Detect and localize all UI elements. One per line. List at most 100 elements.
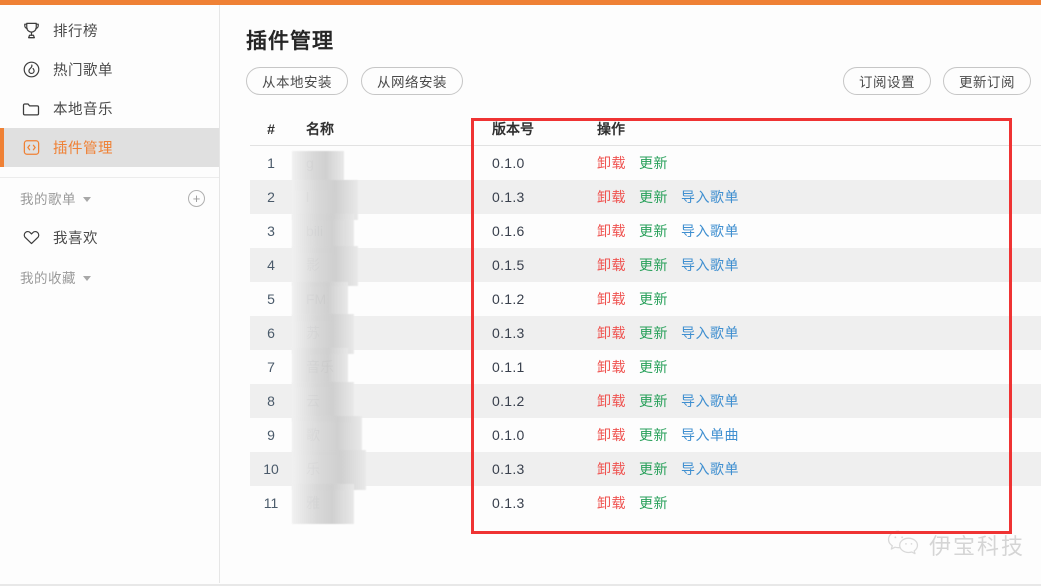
table-row[interactable]: 11 雅 0.1.3 卸载 更新 [250, 484, 1041, 524]
sidebar-nav-group: 排行榜 热门歌单 本地音乐 插件管理 [0, 5, 219, 167]
uninstall-link[interactable]: 卸载 [597, 289, 626, 309]
column-header-index: # [267, 121, 275, 137]
import-playlist-link[interactable]: 导入歌单 [681, 459, 739, 479]
cell-plugin-name: 影 [292, 246, 492, 286]
sidebar-item-favorites[interactable]: 我喜欢 [0, 218, 219, 257]
cell-index: 10 [263, 461, 279, 477]
cell-actions: 卸载 更新 导入单曲 [597, 425, 1041, 445]
plugin-name-text: 苏 [306, 325, 320, 341]
table-row[interactable]: 6 苏 0.1.3 卸载 更新 导入歌单 [250, 314, 1041, 354]
redaction-mosaic [292, 484, 354, 524]
table-row[interactable]: 4 影 0.1.5 卸载 更新 导入歌单 [250, 246, 1041, 286]
update-link[interactable]: 更新 [639, 425, 668, 445]
import-playlist-link[interactable]: 导入歌单 [681, 221, 739, 241]
import-playlist-link[interactable]: 导入歌单 [681, 323, 739, 343]
trophy-icon [20, 20, 42, 42]
cell-plugin-name: 云 [292, 382, 492, 422]
update-subscription-button[interactable]: 更新订阅 [943, 67, 1031, 95]
install-from-local-button[interactable]: 从本地安装 [246, 67, 348, 95]
update-link[interactable]: 更新 [639, 289, 668, 309]
sidebar-item-hot-playlists[interactable]: 热门歌单 [0, 50, 219, 89]
install-actions: 从本地安装 从网络安装 [246, 67, 463, 95]
column-header-actions: 操作 [597, 121, 625, 137]
import-playlist-link[interactable]: 导入歌单 [681, 255, 739, 275]
cell-actions: 卸载 更新 导入歌单 [597, 255, 1041, 275]
table-row[interactable]: 9 歌 0.1.0 卸载 更新 导入单曲 [250, 416, 1041, 456]
column-header-version: 版本号 [492, 121, 534, 137]
cell-index: 4 [267, 257, 275, 273]
column-header-name: 名称 [306, 121, 334, 137]
cell-version: 0.1.2 [492, 291, 525, 307]
cell-version: 0.1.3 [492, 461, 525, 477]
uninstall-link[interactable]: 卸载 [597, 153, 626, 173]
update-link[interactable]: 更新 [639, 221, 668, 241]
cell-index: 7 [267, 359, 275, 375]
update-link[interactable]: 更新 [639, 459, 668, 479]
cell-version: 0.1.6 [492, 223, 525, 239]
sidebar-item-label: 本地音乐 [53, 102, 113, 118]
update-link[interactable]: 更新 [639, 187, 668, 207]
uninstall-link[interactable]: 卸载 [597, 187, 626, 207]
uninstall-link[interactable]: 卸载 [597, 493, 626, 513]
cell-index: 9 [267, 427, 275, 443]
plugin-name-text: 乐 [306, 461, 320, 477]
code-brackets-icon [20, 137, 42, 159]
plus-circle-icon[interactable]: + [188, 189, 205, 207]
cell-version: 0.1.0 [492, 155, 525, 171]
uninstall-link[interactable]: 卸载 [597, 255, 626, 275]
cell-plugin-name: 雅 [292, 484, 492, 524]
sidebar-section-my-playlists[interactable]: 我的歌单 + [0, 178, 219, 218]
update-link[interactable]: 更新 [639, 323, 668, 343]
uninstall-link[interactable]: 卸载 [597, 323, 626, 343]
update-link[interactable]: 更新 [639, 153, 668, 173]
plugin-name-text: 歌 [306, 427, 320, 443]
import-playlist-link[interactable]: 导入歌单 [681, 391, 739, 411]
table-row[interactable]: 1 g 0.1.0 卸载 更新 [250, 146, 1041, 191]
sidebar-item-local-music[interactable]: 本地音乐 [0, 89, 219, 128]
table-row[interactable]: 5 FM 0.1.2 卸载 更新 [250, 282, 1041, 322]
wechat-icon [886, 528, 920, 561]
cell-actions: 卸载 更新 导入歌单 [597, 221, 1041, 241]
uninstall-link[interactable]: 卸载 [597, 357, 626, 377]
cell-actions: 卸载 更新 [597, 357, 1041, 377]
chevron-down-icon [83, 275, 91, 281]
table-row[interactable]: 3 bili 0.1.6 卸载 更新 导入歌单 [250, 214, 1041, 254]
sidebar-section-my-collection[interactable]: 我的收藏 [0, 257, 219, 297]
plugin-name-text: g [306, 155, 314, 171]
uninstall-link[interactable]: 卸载 [597, 459, 626, 479]
import-song-link[interactable]: 导入单曲 [681, 425, 739, 445]
sidebar-item-label: 热门歌单 [53, 63, 113, 79]
install-from-network-button[interactable]: 从网络安装 [361, 67, 463, 95]
cell-actions: 卸载 更新 [597, 289, 1041, 309]
uninstall-link[interactable]: 卸载 [597, 221, 626, 241]
cell-version: 0.1.2 [492, 393, 525, 409]
cell-index: 1 [267, 155, 275, 171]
sidebar-section-label: 我的收藏 [20, 271, 76, 286]
cell-version: 0.1.5 [492, 257, 525, 273]
table-row[interactable]: 10 乐 0.1.3 卸载 更新 导入歌单 [250, 450, 1041, 490]
update-link[interactable]: 更新 [639, 357, 668, 377]
table-row[interactable]: 7 音乐 0.1.1 卸载 更新 [250, 348, 1041, 388]
uninstall-link[interactable]: 卸载 [597, 391, 626, 411]
table-row[interactable]: 8 云 0.1.2 卸载 更新 导入歌单 [250, 382, 1041, 422]
uninstall-link[interactable]: 卸载 [597, 425, 626, 445]
plugin-name-text: 雅 [306, 495, 320, 511]
cell-actions: 卸载 更新 导入歌单 [597, 391, 1041, 411]
import-playlist-link[interactable]: 导入歌单 [681, 187, 739, 207]
update-link[interactable]: 更新 [639, 391, 668, 411]
table-body: 1 g 0.1.0 卸载 更新 2 l 0.1.3 卸载 更新 导入歌单 3 bili 0.1.6 卸载 更新… [250, 146, 1041, 524]
cell-version: 0.1.3 [492, 495, 525, 511]
cell-actions: 卸载 更新 [597, 493, 1041, 513]
table-row[interactable]: 2 l 0.1.3 卸载 更新 导入歌单 [250, 180, 1041, 220]
plugin-name-text: l [306, 189, 310, 205]
watermark-text: 伊宝科技 [928, 534, 1025, 560]
update-link[interactable]: 更新 [639, 493, 668, 513]
subscription-settings-button[interactable]: 订阅设置 [843, 67, 931, 95]
plugin-name-text: 云 [306, 393, 320, 409]
redaction-mosaic [292, 246, 358, 286]
sidebar-item-label: 排行榜 [53, 24, 98, 40]
sidebar-item-plugin-management[interactable]: 插件管理 [0, 128, 219, 167]
update-link[interactable]: 更新 [639, 255, 668, 275]
plugin-table: # 名称 版本号 操作 1 g 0.1.0 卸载 更新 2 l 0.1.3 卸载 更新 导入歌单 3 b… [250, 113, 1041, 524]
sidebar-item-ranking[interactable]: 排行榜 [0, 11, 219, 50]
